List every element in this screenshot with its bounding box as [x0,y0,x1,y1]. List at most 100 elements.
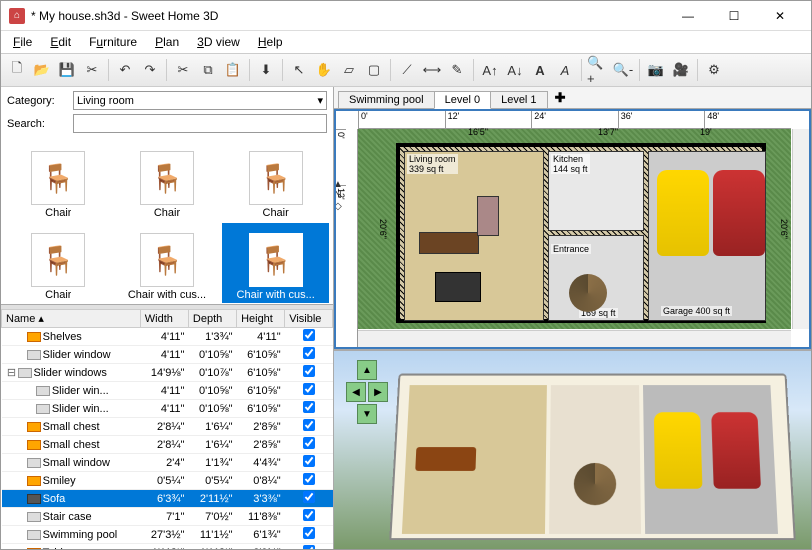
zoom-in-button[interactable]: 🔍+ [586,58,610,82]
zoom-out-button[interactable]: 🔍- [611,58,635,82]
table-row[interactable]: Shelves4'11"1'3¾"4'11" [2,328,333,346]
table-row[interactable]: Slider win...4'11"0'10⅝"6'10⅝" [2,382,333,400]
nav-up-button[interactable]: ▲ [357,360,377,380]
menu-edit[interactable]: Edit [42,33,79,51]
select-tool[interactable]: ↖ [287,58,311,82]
menu-file[interactable]: File [5,33,40,51]
col-width[interactable]: Width [140,310,188,328]
furniture-plan-icon[interactable] [477,196,499,236]
visible-checkbox[interactable] [303,419,315,431]
nav-right-button[interactable]: ▶ [368,382,388,402]
car-yellow-icon[interactable] [657,170,709,256]
nav-down-button[interactable]: ▼ [357,404,377,424]
preferences-button[interactable]: ⚙ [702,58,726,82]
car-red-icon[interactable] [713,170,765,256]
text-increase-button[interactable]: A↑ [478,58,502,82]
chair-icon: 🪑 [249,233,303,287]
polyline-tool[interactable]: ⟋ [395,58,419,82]
table-row[interactable]: Smiley0'5¼"0'5¼"0'8¼" [2,472,333,490]
table-row[interactable]: Small chest2'8¼"1'6¼"2'8⅝" [2,418,333,436]
photo-button[interactable]: 📷 [644,58,668,82]
visible-checkbox[interactable] [303,365,315,377]
label-tool[interactable]: ✎ [445,58,469,82]
level-tab[interactable]: Level 0 [434,91,491,109]
col-name[interactable]: Name ▴ [2,310,141,328]
menu-help[interactable]: Help [250,33,291,51]
catalog-item[interactable]: 🪑Chair [114,141,221,221]
add-furniture-button[interactable]: ⬇ [254,58,278,82]
col-height[interactable]: Height [237,310,285,328]
visible-checkbox[interactable] [303,437,315,449]
add-level-button[interactable]: ✚ [547,88,574,108]
search-input[interactable] [73,114,327,133]
room-tool[interactable]: ▢ [362,58,386,82]
search-label: Search: [7,118,67,130]
room-entrance[interactable]: Entrance 169 sq ft [548,235,644,321]
video-button[interactable]: 🎥 [669,58,693,82]
catalog-item[interactable]: 🪑Chair with cus... [222,223,329,303]
italic-button[interactable]: A [553,58,577,82]
table-row[interactable]: Slider window4'11"0'10⅝"6'10⅝" [2,346,333,364]
maximize-button[interactable]: ☐ [711,1,757,31]
sofa-plan-icon[interactable] [419,232,479,254]
room-kitchen[interactable]: Kitchen144 sq ft [548,151,644,231]
close-button[interactable]: ✕ [757,1,803,31]
new-button[interactable]: 🗋 [5,58,29,82]
export-button[interactable]: ✂ [80,58,104,82]
table-row[interactable]: Slider win...4'11"0'10⅝"6'10⅝" [2,400,333,418]
visible-checkbox[interactable] [303,509,315,521]
copy-button[interactable]: ⧉ [196,58,220,82]
catalog-item[interactable]: 🪑Chair [5,223,112,303]
room-living[interactable]: Living room339 sq ft [404,151,544,321]
level-tab[interactable]: Swimming pool [338,91,435,108]
plan-scrollbar-h[interactable] [358,330,791,347]
table-row[interactable]: Small window2'4"1'1¾"4'4¾" [2,454,333,472]
wall-tool[interactable]: ▱ [337,58,361,82]
visible-checkbox[interactable] [303,401,315,413]
table-row[interactable]: Swimming pool27'3½"11'1½"6'1¾" [2,526,333,544]
table-plan-icon[interactable] [435,272,481,302]
dim-garage-h: 20'6" [779,219,789,239]
3d-view[interactable]: ▲ ◀▶ ▼ [334,349,811,549]
dimension-tool[interactable]: ⟷ [420,58,444,82]
table-row[interactable]: ⊟Slider windows14'9⅛"0'10⅞"6'10⅝" [2,364,333,382]
menu-furniture[interactable]: Furniture [81,33,145,51]
row-icon [27,350,41,360]
table-row[interactable]: Small chest2'8¼"1'6¼"2'8⅝" [2,436,333,454]
visible-checkbox[interactable] [303,329,315,341]
visible-checkbox[interactable] [303,491,315,503]
bold-button[interactable]: A [528,58,552,82]
visible-checkbox[interactable] [303,527,315,539]
catalog-item[interactable]: 🪑Chair with cus... [114,223,221,303]
catalog-item[interactable]: 🪑Chair [5,141,112,221]
visible-checkbox[interactable] [303,347,315,359]
room-garage[interactable]: Garage 400 sq ft [648,151,766,321]
paste-button[interactable]: 📋 [221,58,245,82]
col-visible[interactable]: Visible [285,310,333,328]
cut-button[interactable]: ✂ [171,58,195,82]
open-button[interactable]: 📂 [30,58,54,82]
visible-checkbox[interactable] [303,545,315,549]
level-tab[interactable]: Level 1 [490,91,547,108]
menu-3dview[interactable]: 3D view [189,33,248,51]
plan-canvas[interactable]: ▲N◇ 16'5" 13'7" 19' Living room339 sq ft… [358,129,791,329]
pan-tool[interactable]: ✋ [312,58,336,82]
category-combo[interactable]: Living room▾ [73,91,327,110]
table-row[interactable]: Table1'11⅝"1'11⅝"2'9½" [2,544,333,550]
table-row[interactable]: Stair case7'1"7'0½"11'8⅜" [2,508,333,526]
save-button[interactable]: 💾 [55,58,79,82]
visible-checkbox[interactable] [303,473,315,485]
redo-button[interactable]: ↷ [138,58,162,82]
visible-checkbox[interactable] [303,455,315,467]
staircase-plan-icon[interactable] [569,274,607,312]
menu-plan[interactable]: Plan [147,33,187,51]
text-decrease-button[interactable]: A↓ [503,58,527,82]
visible-checkbox[interactable] [303,383,315,395]
catalog-item[interactable]: 🪑Chair [222,141,329,221]
plan-scrollbar-v[interactable] [792,129,809,329]
minimize-button[interactable]: — [665,1,711,31]
col-depth[interactable]: Depth [188,310,236,328]
table-row[interactable]: Sofa6'3¾"2'11½"3'3⅜" [2,490,333,508]
undo-button[interactable]: ↶ [113,58,137,82]
nav-left-button[interactable]: ◀ [346,382,366,402]
